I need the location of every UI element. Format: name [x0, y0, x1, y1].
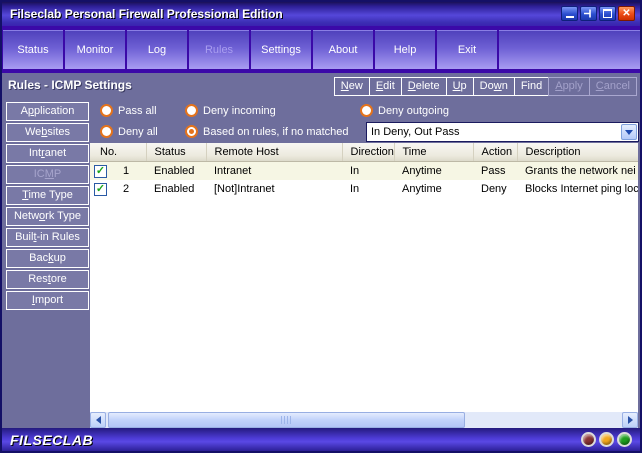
status-light-red-icon — [581, 432, 596, 447]
chevron-right-icon — [628, 416, 633, 424]
sidebar-item-built-in-rules[interactable]: Built-in Rules — [6, 228, 89, 247]
radio-pass-all[interactable]: Pass all — [100, 104, 157, 117]
nav-filler — [499, 30, 640, 69]
nav-log[interactable]: Log — [127, 30, 187, 69]
status-bar: FILSECLAB — [2, 428, 640, 451]
col-header-status[interactable]: Status — [146, 143, 206, 162]
col-header-action[interactable]: Action — [473, 143, 517, 162]
sidebar-item-network-type[interactable]: Network Type — [6, 207, 89, 226]
close-icon: ✕ — [622, 9, 630, 19]
chevron-down-icon — [625, 130, 633, 135]
rule-action-buttons: New Edit Delete Up Down Find Apply Cance… — [335, 77, 637, 96]
radio-deny-incoming[interactable]: Deny incoming — [185, 104, 276, 117]
table-row[interactable]: 2 Enabled [Not]Intranet In Anytime Deny … — [90, 180, 638, 198]
down-button[interactable]: Down — [473, 77, 515, 96]
sidebar-item-intranet[interactable]: Intranet — [6, 144, 89, 163]
minimize-to-tray-button[interactable] — [580, 6, 597, 21]
minimize-to-tray-icon — [584, 9, 593, 18]
rule-enabled-checkbox[interactable] — [94, 183, 107, 196]
radio-icon — [100, 104, 113, 117]
nav-exit[interactable]: Exit — [437, 30, 497, 69]
title-bar[interactable]: Filseclab Personal Firewall Professional… — [2, 2, 640, 26]
col-header-description[interactable]: Description — [517, 143, 638, 162]
page-title: Rules - ICMP Settings — [8, 78, 132, 92]
nav-status[interactable]: Status — [3, 30, 63, 69]
radio-selected-icon — [185, 125, 198, 138]
chevron-left-icon — [96, 416, 101, 424]
rules-list: No. Status Remote Host Direction Time Ac… — [90, 143, 638, 412]
col-header-no[interactable]: No. — [90, 143, 146, 162]
new-button[interactable]: New — [334, 77, 370, 96]
maximize-button[interactable] — [599, 6, 616, 21]
status-light-green-icon — [617, 432, 632, 447]
scrollbar-grip-icon — [281, 416, 292, 424]
scrollbar-thumb[interactable] — [108, 412, 465, 428]
scroll-right-button[interactable] — [622, 412, 638, 428]
default-rule-dropdown[interactable]: In Deny, Out Pass — [366, 122, 639, 142]
horizontal-scrollbar[interactable] — [90, 412, 638, 428]
cancel-button[interactable]: Cancel — [589, 77, 637, 96]
find-button[interactable]: Find — [514, 77, 549, 96]
radio-icon — [360, 104, 373, 117]
nav-settings[interactable]: Settings — [251, 30, 311, 69]
radio-icon — [100, 125, 113, 138]
close-button[interactable]: ✕ — [618, 6, 635, 21]
dropdown-button[interactable] — [621, 124, 637, 140]
col-header-time[interactable]: Time — [394, 143, 473, 162]
scroll-left-button[interactable] — [90, 412, 106, 428]
dropdown-value: In Deny, Out Pass — [367, 123, 638, 138]
rule-enabled-checkbox[interactable] — [94, 165, 107, 178]
brand-logo: FILSECLAB — [10, 432, 93, 448]
sidebar-item-time-type[interactable]: Time Type — [6, 186, 89, 205]
minimize-button[interactable] — [561, 6, 578, 21]
page-toolbar: Rules - ICMP Settings New Edit Delete Up… — [2, 73, 640, 98]
sidebar-item-application[interactable]: Application — [6, 102, 89, 121]
radio-deny-all[interactable]: Deny all — [100, 125, 158, 138]
sidebar-item-backup[interactable]: Backup — [6, 249, 89, 268]
window-title: Filseclab Personal Firewall Professional… — [10, 7, 283, 21]
status-light-amber-icon — [599, 432, 614, 447]
sidebar-item-icmp[interactable]: ICMP — [6, 165, 89, 184]
content-area: Application Websites Intranet ICMP Time … — [2, 98, 640, 428]
nav-rules[interactable]: Rules — [189, 30, 249, 69]
up-button[interactable]: Up — [446, 77, 474, 96]
main-nav: Status Monitor Log Rules Settings About … — [2, 26, 640, 73]
sidebar-item-import[interactable]: Import — [6, 291, 89, 310]
col-header-remote-host[interactable]: Remote Host — [206, 143, 342, 162]
sidebar-item-websites[interactable]: Websites — [6, 123, 89, 142]
radio-deny-outgoing[interactable]: Deny outgoing — [360, 104, 449, 117]
maximize-icon — [603, 9, 612, 18]
window-controls: ✕ — [561, 6, 635, 21]
status-lights — [581, 432, 632, 447]
nav-about[interactable]: About — [313, 30, 373, 69]
col-header-direction[interactable]: Direction — [342, 143, 394, 162]
nav-help[interactable]: Help — [375, 30, 435, 69]
minimize-icon — [566, 16, 574, 18]
radio-based-on-rules[interactable]: Based on rules, if no matched — [185, 125, 349, 138]
nav-monitor[interactable]: Monitor — [65, 30, 125, 69]
sidebar-item-restore[interactable]: Restore — [6, 270, 89, 289]
edit-button[interactable]: Edit — [369, 77, 402, 96]
apply-button[interactable]: Apply — [548, 77, 590, 96]
table-row[interactable]: 1 Enabled Intranet In Anytime Pass Grant… — [90, 162, 638, 181]
radio-icon — [185, 104, 198, 117]
delete-button[interactable]: Delete — [401, 77, 447, 96]
